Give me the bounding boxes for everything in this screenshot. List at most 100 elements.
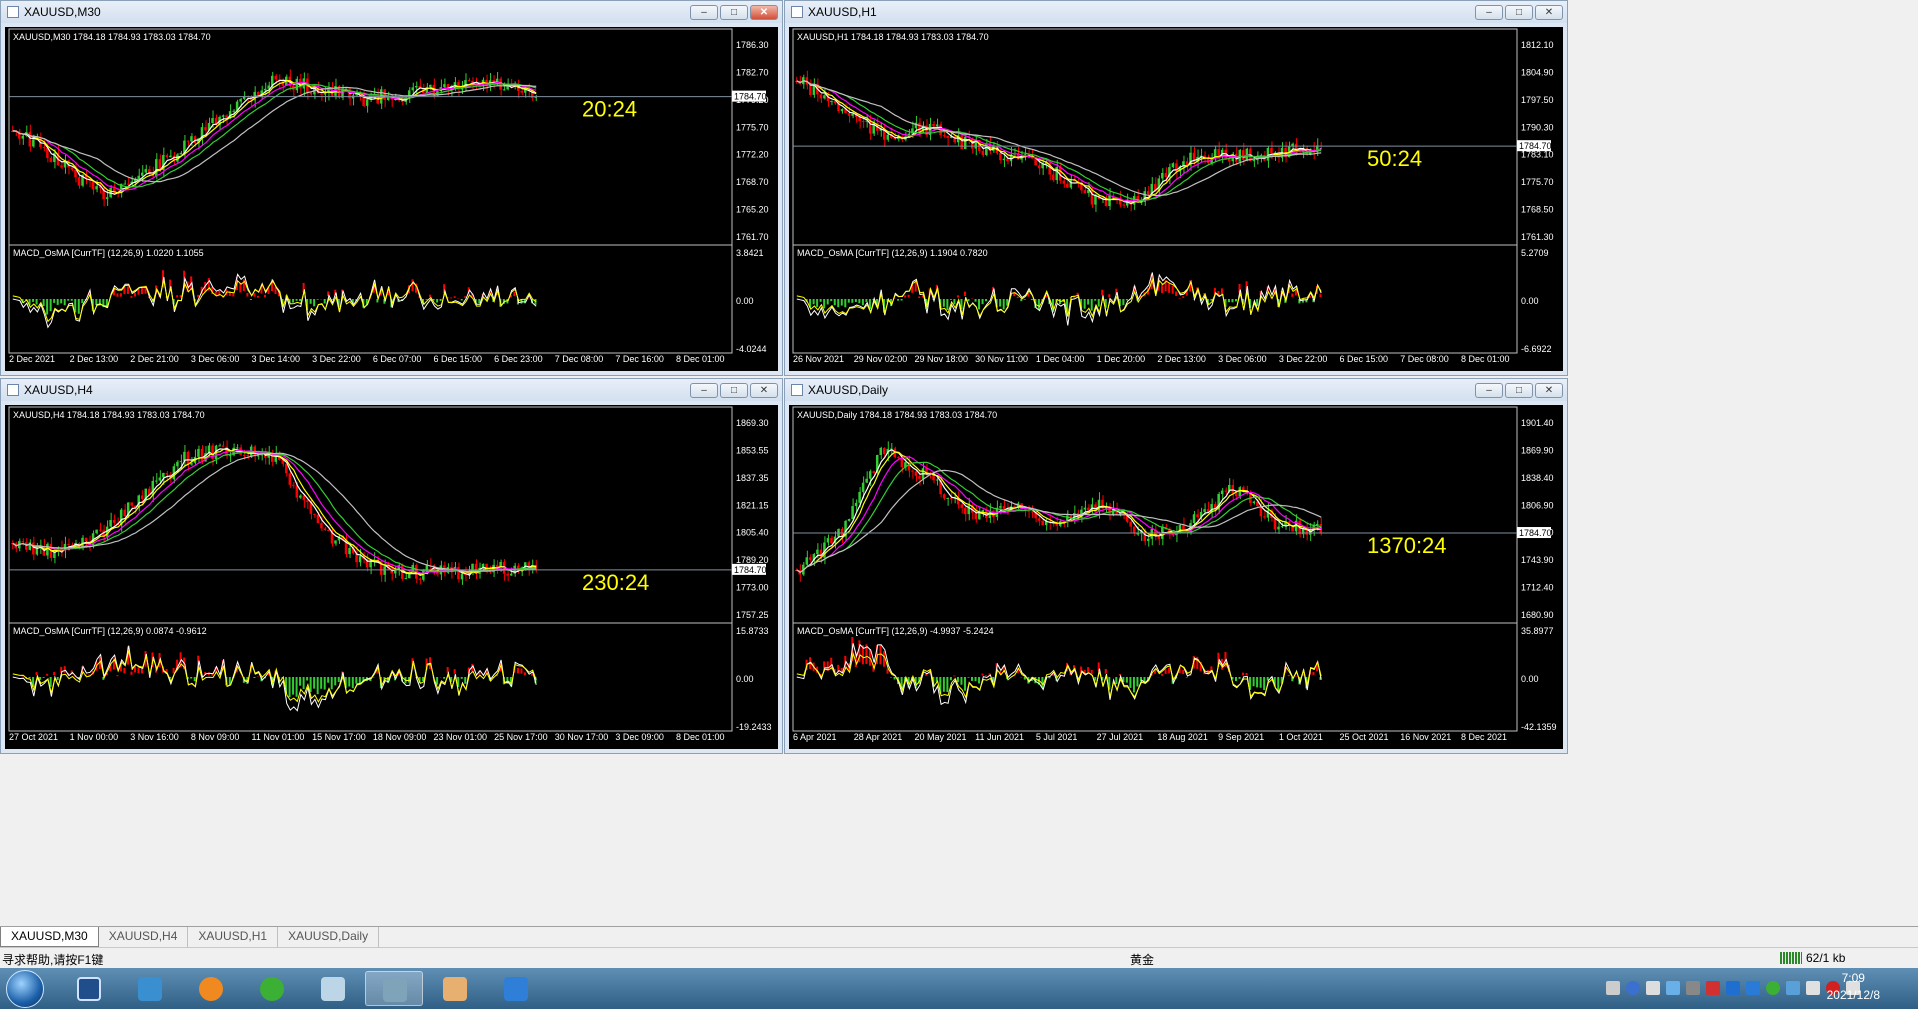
chart-area[interactable]: XAUUSD,H1 1784.18 1784.93 1783.03 1784.7… (789, 27, 1563, 371)
window-titlebar[interactable]: XAUUSD,M30 (1, 1, 782, 23)
monitor-icon (77, 977, 101, 1001)
chart-area[interactable]: XAUUSD,Daily 1784.18 1784.93 1783.03 178… (789, 405, 1563, 749)
taskbar-app-pen[interactable] (304, 971, 362, 1006)
tab-daily[interactable]: XAUUSD,Daily (278, 927, 380, 947)
tray-icon[interactable] (1786, 981, 1800, 995)
macd-histogram-bar (1294, 290, 1297, 296)
chart-svg[interactable]: XAUUSD,Daily 1784.18 1784.93 1783.03 178… (789, 405, 1565, 751)
minimize-icon[interactable]: – (1475, 5, 1503, 20)
taskbar-paint[interactable] (426, 971, 484, 1006)
maximize-icon[interactable]: □ (720, 383, 748, 398)
tray-icon[interactable] (1606, 981, 1620, 995)
macd-histogram-bar (53, 299, 56, 303)
chart-svg[interactable]: XAUUSD,H1 1784.18 1784.93 1783.03 1784.7… (789, 27, 1565, 373)
time-tick: 2 Dec 21:00 (130, 354, 179, 364)
close-icon[interactable]: ✕ (1535, 5, 1563, 20)
start-icon[interactable] (6, 970, 44, 1008)
chart-window-h1[interactable]: XAUUSD,H1 – □ ✕ XAUUSD,H1 1784.18 1784.93 … (784, 0, 1568, 376)
macd-histogram-bar (1182, 669, 1185, 675)
minimize-icon[interactable]: – (690, 5, 718, 20)
tray-icon[interactable] (1706, 981, 1720, 995)
macd-histogram-bar (1168, 283, 1171, 293)
macd-histogram-bar (249, 299, 252, 300)
macd-histogram-bar (453, 296, 456, 298)
chart-window-h4[interactable]: XAUUSD,H4 – □ ✕ XAUUSD,H4 1784.18 1784.93 … (0, 378, 783, 754)
window-titlebar[interactable]: XAUUSD,H4 (1, 379, 782, 401)
bar-countdown: 20:24 (582, 97, 637, 122)
chart-svg[interactable]: XAUUSD,M30 1784.18 1784.93 1783.03 1784.… (5, 27, 780, 373)
close-icon[interactable]: ✕ (1535, 383, 1563, 398)
time-tick: 3 Dec 06:00 (1218, 354, 1267, 364)
candle-body (1280, 526, 1284, 528)
speaker-icon[interactable] (1806, 981, 1820, 995)
window-titlebar[interactable]: XAUUSD,H1 (785, 1, 1567, 23)
tray-icon[interactable] (1666, 981, 1680, 995)
time-tick: 2 Dec 13:00 (70, 354, 119, 364)
chart-svg[interactable]: XAUUSD,H4 1784.18 1784.93 1783.03 1784.7… (5, 405, 780, 751)
tab-m30[interactable]: XAUUSD,M30 (0, 927, 99, 947)
wechat-icon[interactable] (1766, 981, 1780, 995)
macd-histogram-bar (851, 299, 854, 303)
candle-body (274, 75, 278, 80)
shield-icon[interactable] (1746, 981, 1760, 995)
candle-body (1252, 501, 1256, 504)
chart-window-m30[interactable]: XAUUSD,M30 – □ ✕ XAUUSD,M30 1784.18 1784.9… (0, 0, 783, 376)
candle-body (816, 549, 819, 555)
close-icon[interactable]: ✕ (750, 5, 778, 20)
taskbar-desktop[interactable] (60, 971, 118, 1006)
macd-histogram-bar (133, 292, 136, 297)
macd-histogram-bar (819, 299, 822, 302)
tray-icon[interactable] (1646, 981, 1660, 995)
candle-body (1083, 507, 1087, 510)
macd-histogram-bar (443, 677, 446, 679)
macd-histogram-bar (46, 673, 49, 676)
macd-histogram-bar (439, 299, 442, 301)
moving-average-line (796, 80, 1322, 202)
candle-body (861, 482, 865, 492)
macd-histogram-bar (1231, 299, 1234, 303)
candle-body (1147, 538, 1150, 542)
time-tick: 15 Nov 17:00 (312, 732, 366, 742)
help-icon[interactable] (1626, 981, 1640, 995)
maximize-icon[interactable]: □ (1505, 383, 1533, 398)
taskbar-note[interactable] (487, 971, 545, 1006)
close-icon[interactable]: ✕ (750, 383, 778, 398)
taskbar-mt4[interactable] (365, 971, 423, 1006)
macd-histogram-bar (74, 299, 77, 313)
window-title: XAUUSD,H1 (808, 5, 877, 19)
candle-body (1196, 514, 1199, 518)
candle-body (42, 147, 46, 149)
candle-body (1242, 487, 1245, 491)
chart-area[interactable]: XAUUSD,M30 1784.18 1784.93 1783.03 1784.… (5, 27, 778, 371)
chart-area[interactable]: XAUUSD,H4 1784.18 1784.93 1783.03 1784.7… (5, 405, 778, 749)
tray-icon[interactable] (1726, 981, 1740, 995)
macd-histogram-bar (1291, 293, 1294, 297)
taskbar-app-flame[interactable] (182, 971, 240, 1006)
candle-body (949, 497, 953, 499)
tab-h1[interactable]: XAUUSD,H1 (188, 927, 279, 947)
window-titlebar[interactable]: XAUUSD,Daily (785, 379, 1567, 401)
candle-body (1238, 487, 1242, 497)
macd-histogram-bar (963, 677, 966, 691)
minimize-icon[interactable]: – (1475, 383, 1503, 398)
candle-body (411, 87, 415, 91)
chart-window-daily[interactable]: XAUUSD,Daily – □ ✕ XAUUSD,Daily 1784.18 17… (784, 378, 1568, 754)
tab-h4[interactable]: XAUUSD,H4 (99, 927, 189, 947)
macd-histogram-bar (534, 299, 537, 305)
time-tick: 29 Nov 18:00 (914, 354, 968, 364)
macd-histogram-bar (953, 675, 956, 677)
maximize-icon[interactable]: □ (720, 5, 748, 20)
taskbar-contacts[interactable] (121, 971, 179, 1006)
macd-histogram-bar (981, 299, 984, 305)
candle-body (1270, 147, 1273, 154)
main-panel (8, 28, 733, 246)
tray-icon[interactable] (1686, 981, 1700, 995)
time-tick: 8 Dec 01:00 (676, 732, 725, 742)
window-title: XAUUSD,Daily (808, 383, 889, 397)
minimize-icon[interactable]: – (690, 383, 718, 398)
maximize-icon[interactable]: □ (1505, 5, 1533, 20)
taskbar-wechat[interactable] (243, 971, 301, 1006)
candle-body (509, 573, 513, 576)
clock[interactable]: 7:09 2021/12/8 (1827, 970, 1880, 1004)
macd-tick: 35.8977 (1521, 626, 1554, 636)
